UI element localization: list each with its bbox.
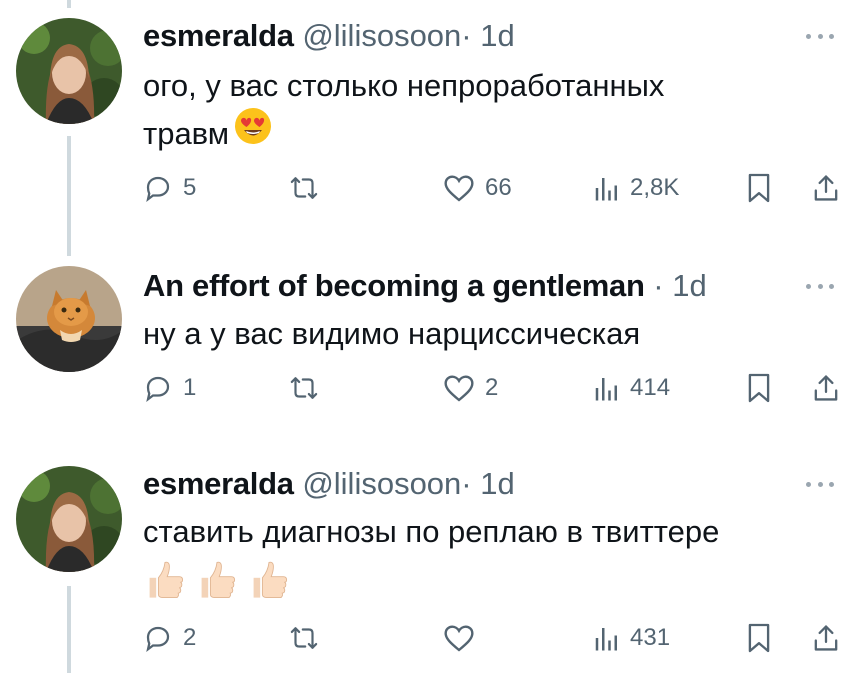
bookmark-icon bbox=[746, 622, 772, 654]
reply-button[interactable]: 2 bbox=[143, 618, 196, 658]
display-name[interactable]: esmeralda bbox=[143, 18, 294, 53]
reply-count: 2 bbox=[183, 624, 197, 651]
views-button[interactable]: 2,8K bbox=[594, 168, 679, 208]
display-name[interactable]: An effort of becoming a gentleman bbox=[143, 268, 645, 303]
reply-count: 5 bbox=[183, 174, 197, 201]
tweet-actions: 2 431 bbox=[0, 618, 862, 658]
view-count: 431 bbox=[630, 624, 671, 651]
handle[interactable]: @lilisosoon bbox=[302, 466, 461, 501]
share-icon bbox=[812, 372, 840, 404]
heart-eyes-emoji-icon bbox=[233, 106, 273, 160]
tweet-text-line: ого, у вас столько непроработанных bbox=[143, 68, 665, 103]
analytics-icon bbox=[594, 173, 620, 203]
handle[interactable]: @lilisosoon bbox=[302, 18, 461, 53]
view-count: 414 bbox=[630, 374, 671, 401]
tweet-header: esmeralda @lilisosoon· 1d bbox=[143, 18, 515, 54]
like-button[interactable]: 66 bbox=[443, 168, 512, 208]
tweet[interactable]: An effort of becoming a gentleman · 1d н… bbox=[0, 256, 862, 456]
share-button[interactable] bbox=[812, 368, 840, 408]
tweet[interactable]: esmeralda @lilisosoon· 1d ставить диагно… bbox=[0, 458, 862, 673]
tweet-header: esmeralda @lilisosoon· 1d bbox=[143, 466, 515, 502]
timestamp[interactable]: 1d bbox=[672, 268, 706, 303]
like-button[interactable]: 2 bbox=[443, 368, 498, 408]
heart-icon bbox=[443, 373, 475, 403]
tweet-text: ставить диагнозы по реплаю в твиттере bbox=[143, 508, 719, 556]
retweet-button[interactable] bbox=[287, 368, 331, 408]
tweet-actions: 5 66 2,8K bbox=[0, 168, 862, 208]
bookmark-button[interactable] bbox=[746, 368, 772, 408]
reply-button[interactable]: 5 bbox=[143, 168, 196, 208]
display-name[interactable]: esmeralda bbox=[143, 466, 294, 501]
emoji-row bbox=[143, 558, 291, 602]
timestamp[interactable]: 1d bbox=[480, 466, 514, 501]
bookmark-icon bbox=[746, 172, 772, 204]
bookmark-icon bbox=[746, 372, 772, 404]
analytics-icon bbox=[594, 623, 620, 653]
share-icon bbox=[812, 172, 840, 204]
separator: · bbox=[461, 466, 472, 501]
retweet-icon bbox=[287, 623, 321, 653]
more-options-icon[interactable] bbox=[802, 24, 838, 48]
share-button[interactable] bbox=[812, 168, 840, 208]
views-button[interactable]: 431 bbox=[594, 618, 670, 658]
bookmark-button[interactable] bbox=[746, 168, 772, 208]
views-button[interactable]: 414 bbox=[594, 368, 670, 408]
reply-icon bbox=[143, 623, 173, 653]
tweet-actions: 1 2 414 bbox=[0, 368, 862, 408]
more-options-icon[interactable] bbox=[802, 274, 838, 298]
reply-icon bbox=[143, 173, 173, 203]
thumbs-up-emoji-icon bbox=[247, 558, 291, 602]
reply-button[interactable]: 1 bbox=[143, 368, 196, 408]
avatar[interactable] bbox=[16, 466, 122, 572]
heart-icon bbox=[443, 623, 475, 653]
tweet-header: An effort of becoming a gentleman · 1d bbox=[143, 268, 707, 304]
tweet[interactable]: esmeralda @lilisosoon· 1d ого, у вас сто… bbox=[0, 0, 862, 240]
tweet-text: ого, у вас столько непроработанных травм bbox=[143, 62, 664, 160]
retweet-icon bbox=[287, 373, 321, 403]
tweet-text-line-with-emoji: травм bbox=[143, 107, 664, 160]
tweet-text: ну а у вас видимо нарциссическая bbox=[143, 310, 640, 358]
reply-count: 1 bbox=[183, 374, 197, 401]
thumbs-up-emoji-icon bbox=[143, 558, 187, 602]
reply-icon bbox=[143, 373, 173, 403]
tweet-text-line: травм bbox=[143, 116, 230, 151]
share-button[interactable] bbox=[812, 618, 840, 658]
tweet-text-line: ставить диагнозы по реплаю в твиттере bbox=[143, 514, 720, 549]
analytics-icon bbox=[594, 373, 620, 403]
separator: · bbox=[461, 18, 472, 53]
heart-icon bbox=[443, 173, 475, 203]
like-count: 66 bbox=[485, 174, 512, 201]
retweet-button[interactable] bbox=[287, 618, 331, 658]
like-count: 2 bbox=[485, 374, 499, 401]
view-count: 2,8K bbox=[630, 174, 680, 201]
thumbs-up-emoji-icon bbox=[195, 558, 239, 602]
avatar[interactable] bbox=[16, 18, 122, 124]
tweet-text-line: ну а у вас видимо нарциссическая bbox=[143, 316, 641, 351]
more-options-icon[interactable] bbox=[802, 472, 838, 496]
bookmark-button[interactable] bbox=[746, 618, 772, 658]
retweet-button[interactable] bbox=[287, 168, 331, 208]
retweet-icon bbox=[287, 173, 321, 203]
separator: · bbox=[653, 268, 664, 303]
like-button[interactable] bbox=[443, 618, 485, 658]
timestamp[interactable]: 1d bbox=[480, 18, 514, 53]
share-icon bbox=[812, 622, 840, 654]
avatar[interactable] bbox=[16, 266, 122, 372]
